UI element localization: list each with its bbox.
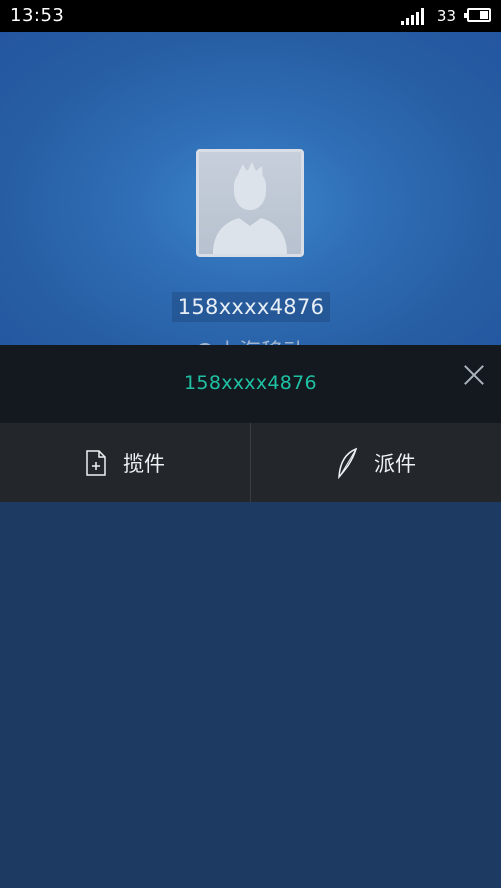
- battery-icon: [464, 8, 491, 22]
- contact-name: 158xxxx4876: [172, 292, 330, 322]
- feather-icon: [338, 447, 358, 479]
- status-time: 13:53: [10, 5, 65, 26]
- pickup-button[interactable]: 揽件: [0, 423, 250, 502]
- person-silhouette-icon: [213, 162, 287, 254]
- status-bar: 13:53 33: [0, 0, 501, 32]
- pickup-label: 揽件: [123, 451, 165, 476]
- profile-header: 158xxxx4876 上海移动: [0, 32, 501, 365]
- avatar[interactable]: [196, 149, 304, 257]
- action-bar: 揽件 派件: [0, 423, 501, 502]
- content-area: [0, 502, 501, 888]
- number-bar: 158xxxx4876: [0, 345, 501, 423]
- battery-level: 33: [436, 7, 456, 25]
- delivery-label: 派件: [374, 451, 416, 476]
- delivery-button[interactable]: 派件: [250, 423, 501, 502]
- phone-number[interactable]: 158xxxx4876: [0, 372, 501, 394]
- document-plus-icon: [86, 449, 106, 476]
- signal-icon: [401, 8, 424, 25]
- close-icon[interactable]: [461, 362, 487, 388]
